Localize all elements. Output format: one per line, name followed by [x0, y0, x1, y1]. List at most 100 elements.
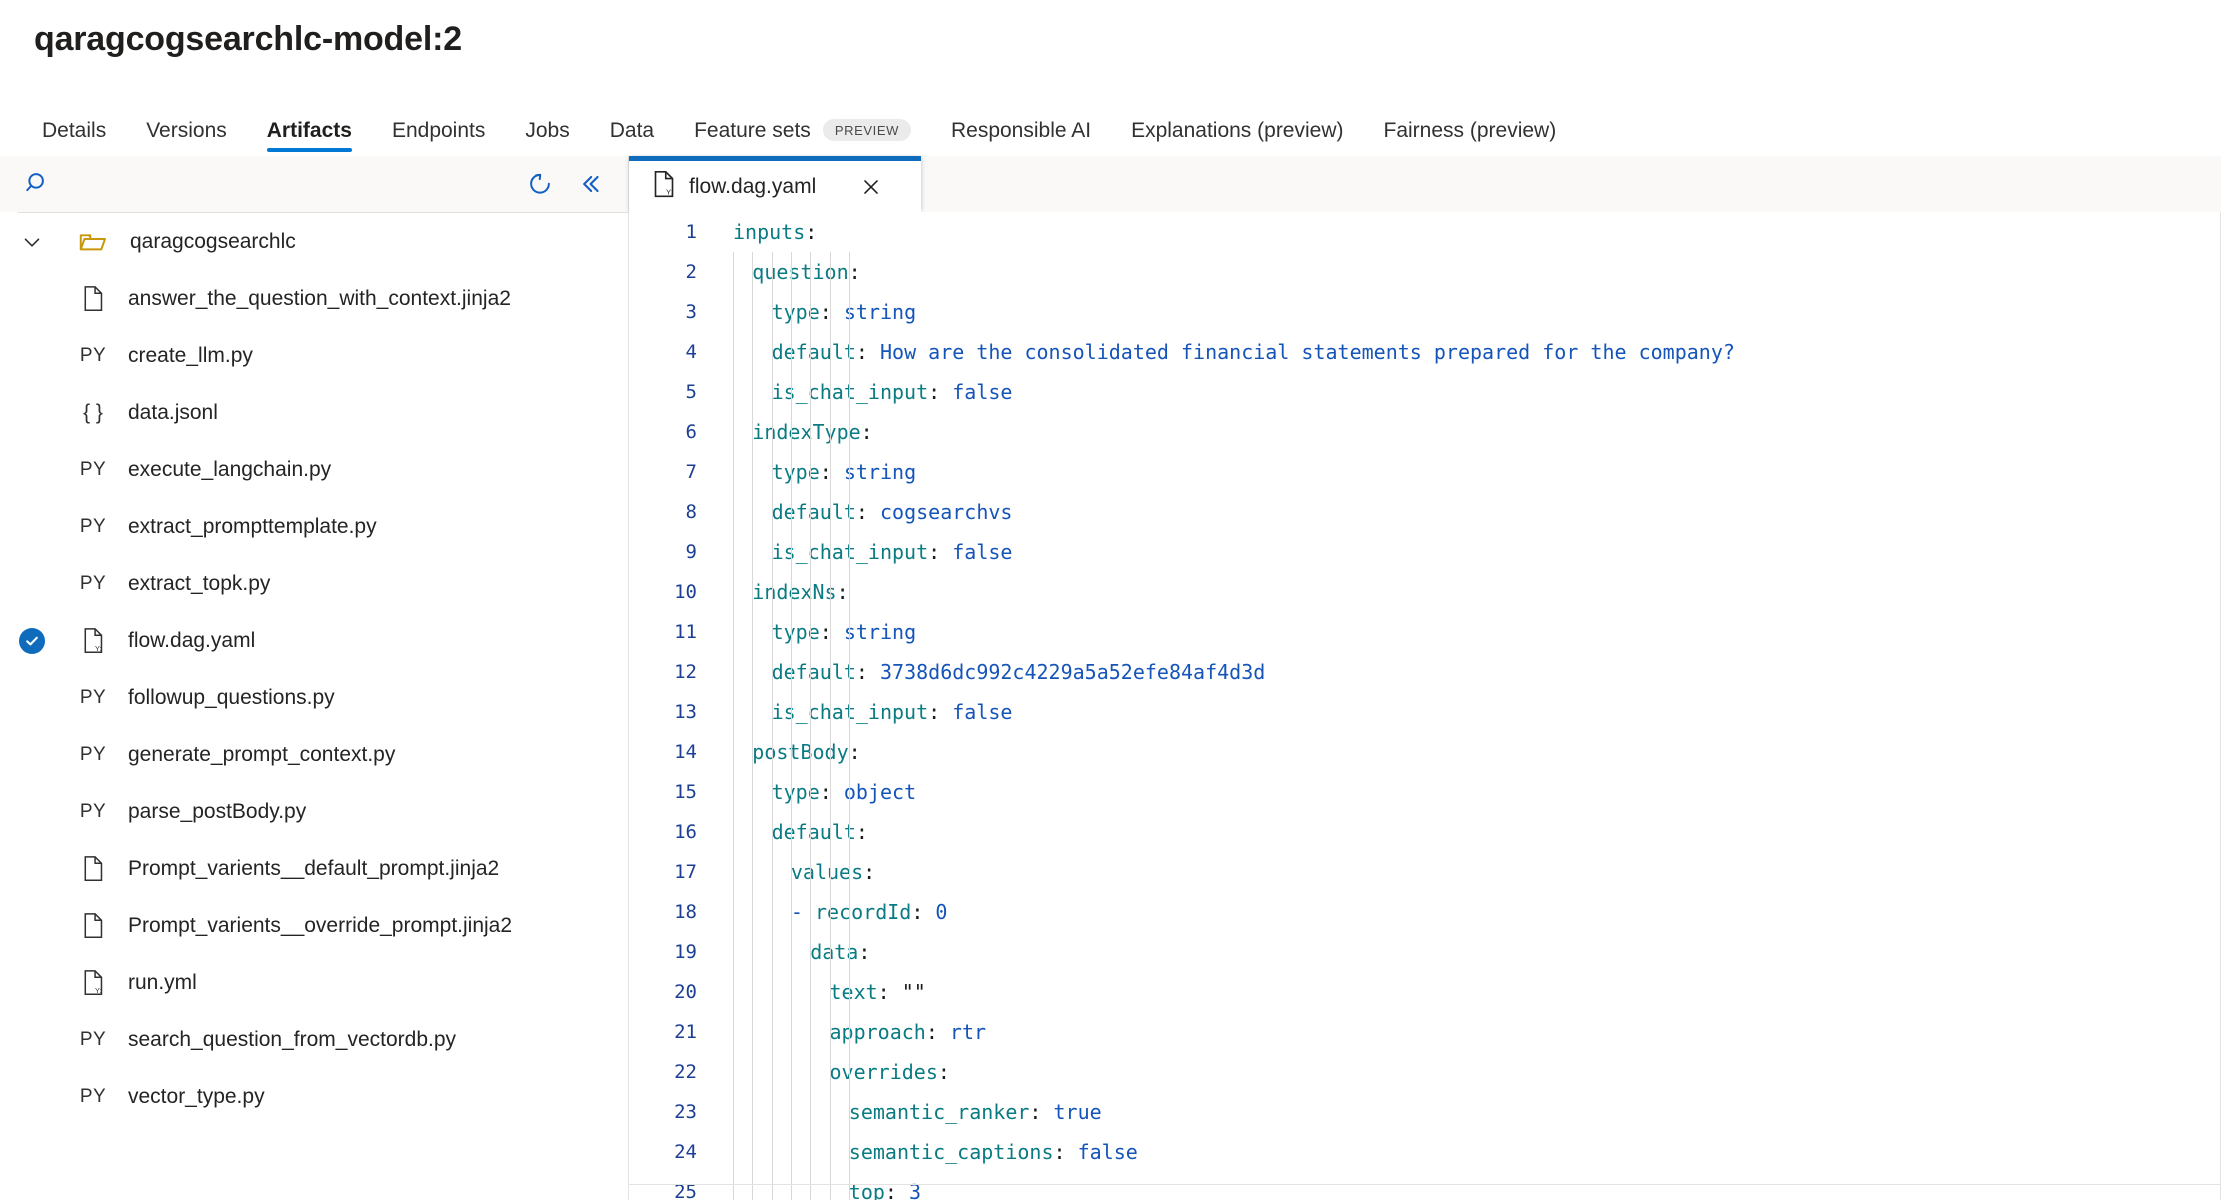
tab-label: Explanations (preview) — [1131, 118, 1344, 142]
code-line: 13 is_chat_input: false — [629, 692, 2221, 732]
line-number: 13 — [674, 701, 697, 723]
line-number: 8 — [685, 501, 697, 523]
code-line-text: is_chat_input: false — [697, 532, 1013, 572]
python-file-icon: PY — [79, 572, 107, 594]
tab-artifacts[interactable]: Artifacts — [247, 104, 372, 156]
yaml-file-icon: Y: — [64, 968, 122, 997]
tree-row-file[interactable]: PY parse_postBody.py — [0, 783, 628, 840]
code-token: 3738d6dc992c4229a5a52efe84af4d3d — [879, 660, 1266, 684]
code-token: 3 — [909, 1180, 922, 1200]
code-line: 24 semantic_captions: false — [629, 1132, 2221, 1172]
code-viewer[interactable]: 1 inputs: 2 question: 3 type: string 4 default:… — [629, 212, 2221, 1200]
code-token: type — [771, 300, 820, 324]
tab-versions[interactable]: Versions — [126, 104, 247, 156]
line-number: 19 — [674, 941, 697, 963]
code-token: false — [1077, 1140, 1138, 1164]
folder-open-icon — [64, 229, 122, 255]
python-file-icon: PY — [79, 686, 107, 708]
code-line: 4 default: How are the consolidated finan… — [629, 332, 2221, 372]
code-token: text — [829, 980, 878, 1004]
collapse-all-icon[interactable] — [570, 164, 610, 204]
refresh-icon[interactable] — [520, 164, 560, 204]
tree-row-file[interactable]: Y: flow.dag.yaml — [0, 612, 628, 669]
tab-label: Details — [42, 118, 107, 142]
chevron-down-icon[interactable] — [0, 229, 64, 255]
line-number: 10 — [674, 581, 697, 603]
tree-row-file[interactable]: PY search_question_from_vectordb.py — [0, 1011, 628, 1068]
code-line: 7 type: string — [629, 452, 2221, 492]
code-token: default — [771, 340, 856, 364]
tree-row-file[interactable]: Y: run.yml — [0, 954, 628, 1011]
yaml-file-icon: Y: — [651, 169, 677, 204]
code-line-text: indexNs: — [697, 572, 848, 612]
tab-label: Jobs — [525, 118, 570, 142]
tab-fairness-preview[interactable]: Fairness (preview) — [1364, 104, 1577, 156]
tab-label: Data — [609, 118, 655, 142]
code-token: is_chat_input — [771, 540, 929, 564]
code-token: : — [911, 900, 936, 924]
tree-row-file[interactable]: PY create_llm.py — [0, 327, 628, 384]
code-token: : — [858, 940, 871, 964]
python-file-icon: PY — [79, 1085, 107, 1107]
code-token: : — [819, 460, 844, 484]
code-token: "" — [901, 980, 926, 1004]
code-token: : — [884, 1180, 910, 1200]
line-number: 17 — [674, 861, 697, 883]
code-line-text: top: 3 — [697, 1172, 921, 1200]
code-line-text: approach: rtr — [697, 1012, 987, 1052]
code-line-text: type: string — [697, 612, 917, 652]
python-file-icon: PY — [79, 1028, 107, 1050]
tree-label: extract_prompttemplate.py — [128, 514, 377, 538]
code-line-text: default: — [697, 812, 868, 852]
tree-row-folder-root[interactable]: qaragcogsearchlc — [0, 213, 628, 270]
selected-check-icon[interactable] — [0, 627, 64, 654]
tab-explanations-preview[interactable]: Explanations (preview) — [1111, 104, 1363, 156]
tree-row-file[interactable]: PY vector_type.py — [0, 1068, 628, 1125]
tab-data[interactable]: Data — [590, 104, 674, 156]
code-line: 11 type: string — [629, 612, 2221, 652]
json-file-icon: { } — [83, 400, 103, 424]
code-line: 18- recordId: 0 — [629, 892, 2221, 932]
line-number: 23 — [674, 1101, 697, 1123]
tab-label: Artifacts — [266, 118, 352, 142]
tab-feature-sets[interactable]: Feature sets PREVIEW — [674, 104, 931, 156]
line-number: 24 — [674, 1141, 697, 1163]
code-line-text: text: "" — [697, 972, 926, 1012]
tab-label: Feature sets — [694, 118, 811, 142]
code-token: false — [952, 380, 1013, 404]
tree-row-file[interactable]: Prompt_varients__default_prompt.jinja2 — [0, 840, 628, 897]
tree-row-file[interactable]: Prompt_varients__override_prompt.jinja2 — [0, 897, 628, 954]
tab-responsible-ai[interactable]: Responsible AI — [931, 104, 1111, 156]
code-token: : — [855, 500, 880, 524]
tab-label: Endpoints — [391, 118, 486, 142]
code-line: 25 top: 3 — [629, 1172, 2221, 1200]
code-token: inputs — [733, 220, 806, 244]
tree-row-file[interactable]: PY followup_questions.py — [0, 669, 628, 726]
code-line-text: overrides: — [697, 1052, 950, 1092]
line-number: 6 — [685, 421, 697, 443]
search-icon[interactable] — [18, 164, 58, 204]
editor-tab-flow-dag-yaml[interactable]: Y: flow.dag.yaml — [629, 156, 921, 212]
code-token: indexType — [752, 420, 861, 444]
file-tree-toolbar — [0, 156, 628, 212]
code-token: true — [1053, 1100, 1102, 1124]
code-token: : — [819, 620, 844, 644]
code-bottom-edge — [629, 1184, 2221, 1185]
tab-jobs[interactable]: Jobs — [505, 104, 589, 156]
tab-details[interactable]: Details — [22, 104, 126, 156]
close-icon[interactable] — [850, 166, 892, 208]
code-token: : — [855, 820, 868, 844]
code-token: : — [925, 1020, 950, 1044]
tree-row-file[interactable]: PY execute_langchain.py — [0, 441, 628, 498]
code-line-text: inputs: — [697, 212, 817, 252]
code-line-text: type: object — [697, 772, 917, 812]
tree-row-file[interactable]: PY extract_topk.py — [0, 555, 628, 612]
tab-endpoints[interactable]: Endpoints — [372, 104, 505, 156]
tree-row-file[interactable]: PY generate_prompt_context.py — [0, 726, 628, 783]
code-token: : — [1053, 1140, 1078, 1164]
tree-row-file[interactable]: answer_the_question_with_context.jinja2 — [0, 270, 628, 327]
tree-row-file[interactable]: { } data.jsonl — [0, 384, 628, 441]
line-number: 1 — [685, 221, 697, 243]
svg-text:Y:: Y: — [666, 188, 673, 197]
tree-row-file[interactable]: PY extract_prompttemplate.py — [0, 498, 628, 555]
